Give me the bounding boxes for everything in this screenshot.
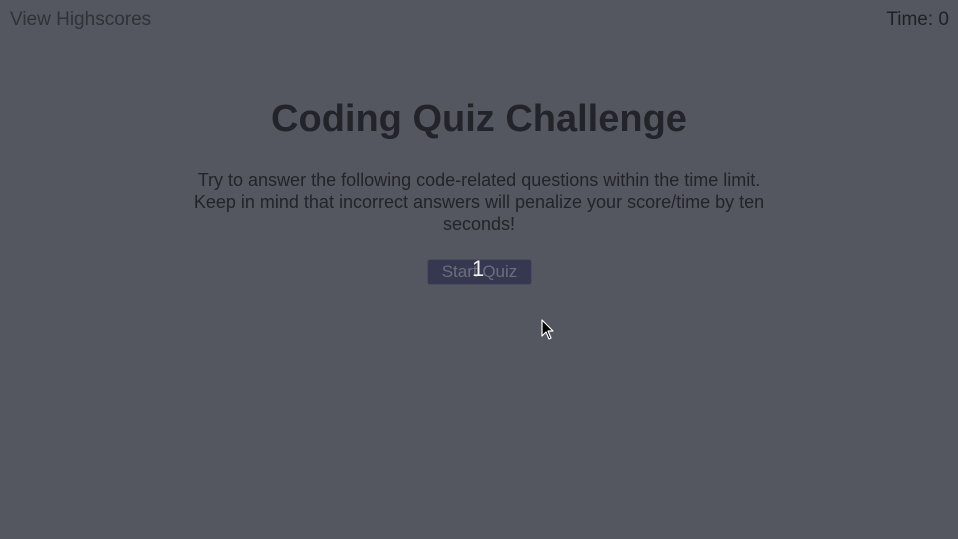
- start-quiz-button[interactable]: Start Quiz: [427, 259, 532, 285]
- timer-display: Time: 0: [886, 9, 949, 30]
- quiz-description: Try to answer the following code-related…: [193, 170, 765, 234]
- view-highscores-link[interactable]: View Highscores: [10, 9, 151, 31]
- mouse-pointer-icon: [541, 319, 554, 340]
- page-title: Coding Quiz Challenge: [271, 98, 687, 140]
